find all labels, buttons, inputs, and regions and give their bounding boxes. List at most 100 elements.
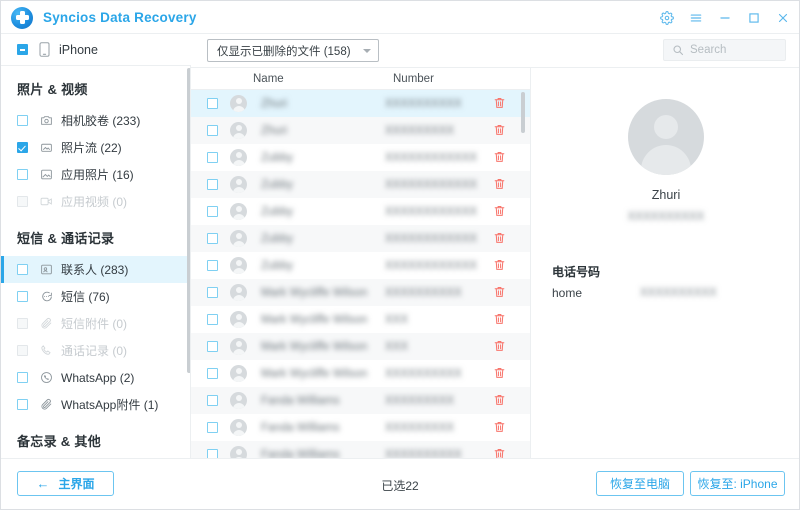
table-row[interactable]: Fanda Williams XXXXXXXXX — [191, 387, 530, 414]
trash-icon[interactable] — [493, 231, 506, 245]
filter-dropdown[interactable]: 仅显示已删除的文件 (158) — [207, 39, 379, 62]
sidebar-item-camera-roll[interactable]: 相机胶卷 (233) — [1, 107, 190, 134]
table-row[interactable]: Mark Wycliffe Wilson XXX — [191, 306, 530, 333]
table-row[interactable]: Fanda Williams XXXXXXXXXX — [191, 441, 530, 459]
table-row[interactable]: Mark Wycliffe Wilson XXXXXXXXXX — [191, 360, 530, 387]
table-row[interactable]: Zhuri XXXXXXXXX — [191, 117, 530, 144]
row-checkbox[interactable] — [207, 152, 218, 163]
table-row[interactable]: Fanda Williams XXXXXXXXX — [191, 414, 530, 441]
table-row[interactable]: Zubby XXXXXXXXXXXX — [191, 144, 530, 171]
trash-icon[interactable] — [493, 366, 506, 380]
sidebar-group-messages: 短信 & 通话记录 联系人 (283) 短信 (76) 短信附件 (0) 通话记… — [1, 215, 190, 418]
footer-bar: ← 主界面 已选22 恢复至电脑 恢复至: iPhone — [1, 458, 799, 509]
sidebar-item-checkbox[interactable] — [17, 264, 28, 275]
sidebar-item-checkbox[interactable] — [17, 291, 28, 302]
row-name: Mark Wycliffe Wilson — [261, 367, 368, 380]
device-checkbox[interactable] — [17, 44, 28, 55]
video-icon — [39, 195, 53, 209]
trash-icon[interactable] — [493, 258, 506, 272]
sidebar-item-photo-stream[interactable]: 照片流 (22) — [1, 134, 190, 161]
sidebar-item-app-videos[interactable]: 应用视频 (0) — [1, 188, 190, 215]
minimize-icon[interactable] — [715, 8, 735, 28]
table-scrollbar-thumb[interactable] — [521, 92, 525, 133]
row-checkbox[interactable] — [207, 395, 218, 406]
chevron-down-icon — [362, 48, 371, 53]
sidebar-item-call-history[interactable]: 通话记录 (0) — [1, 337, 190, 364]
row-checkbox[interactable] — [207, 125, 218, 136]
row-checkbox[interactable] — [207, 98, 218, 109]
sidebar-item-checkbox[interactable] — [17, 115, 28, 126]
sidebar-item-checkbox[interactable] — [17, 318, 28, 329]
trash-icon[interactable] — [493, 123, 506, 137]
row-name: Mark Wycliffe Wilson — [261, 340, 368, 353]
message-icon — [39, 290, 53, 304]
row-checkbox[interactable] — [207, 260, 218, 271]
table-row[interactable]: Zhuri XXXXXXXXXX — [191, 90, 530, 117]
toolbar: 仅显示已删除的文件 (158) Search — [191, 34, 799, 68]
close-icon[interactable] — [773, 8, 793, 28]
contacts-table: Name Number Zhuri XXXXXXXXXX Zhuri XXXXXXXX… — [191, 68, 531, 459]
row-checkbox[interactable] — [207, 206, 218, 217]
trash-icon[interactable] — [493, 204, 506, 218]
sidebar-item-checkbox[interactable] — [17, 169, 28, 180]
sidebar-group-title: 短信 & 通话记录 — [17, 231, 115, 246]
sidebar-item-checkbox[interactable] — [17, 399, 28, 410]
row-number: XXXXXXXXXXXX — [385, 178, 478, 191]
row-number: XXXXXXXXX — [385, 124, 455, 137]
detail-phone-value: XXXXXXXXXX — [640, 287, 717, 299]
recover-to-device-button[interactable]: 恢复至: iPhone — [690, 471, 785, 496]
contact-avatar-icon — [230, 149, 247, 166]
table-row[interactable]: Mark Wycliffe Wilson XXXXXXXXXX — [191, 279, 530, 306]
trash-icon[interactable] — [493, 420, 506, 434]
row-name: Zubby — [261, 232, 293, 245]
table-row[interactable]: Mark Wycliffe Wilson XXX — [191, 333, 530, 360]
gear-icon[interactable] — [657, 8, 677, 28]
trash-icon[interactable] — [493, 150, 506, 164]
trash-icon[interactable] — [493, 312, 506, 326]
sidebar-item-whatsapp-attachments[interactable]: WhatsApp附件 (1) — [1, 391, 190, 418]
sidebar-item-sms-attachments[interactable]: 短信附件 (0) — [1, 310, 190, 337]
sidebar-item-label: WhatsApp附件 (1) — [61, 398, 159, 412]
table-row[interactable]: Zubby XXXXXXXXXXXX — [191, 198, 530, 225]
sidebar-item-contacts[interactable]: 联系人 (283) — [1, 256, 190, 283]
contact-detail-panel: Zhuri XXXXXXXXXX 电话号码 home XXXXXXXXXX — [532, 68, 799, 459]
sidebar-item-whatsapp[interactable]: WhatsApp (2) — [1, 364, 190, 391]
row-name: Fanda Williams — [261, 421, 340, 434]
sidebar-item-app-photos[interactable]: 应用照片 (16) — [1, 161, 190, 188]
row-checkbox[interactable] — [207, 314, 218, 325]
maximize-icon[interactable] — [744, 8, 764, 28]
trash-icon[interactable] — [493, 96, 506, 110]
recover-to-pc-button[interactable]: 恢复至电脑 — [596, 471, 684, 496]
table-row[interactable]: Zubby XXXXXXXXXXXX — [191, 225, 530, 252]
contact-avatar-icon — [230, 257, 247, 274]
hamburger-menu-icon[interactable] — [686, 8, 706, 28]
sidebar-item-sms[interactable]: 短信 (76) — [1, 283, 190, 310]
search-input[interactable]: Search — [690, 44, 726, 56]
row-checkbox[interactable] — [207, 341, 218, 352]
row-checkbox[interactable] — [207, 233, 218, 244]
phone-icon — [39, 42, 50, 57]
detail-contact-number: XXXXXXXXXX — [627, 211, 705, 223]
row-name: Fanda Williams — [261, 394, 340, 407]
table-row[interactable]: Zubby XXXXXXXXXXXX — [191, 171, 530, 198]
sidebar-item-checkbox[interactable] — [17, 142, 28, 153]
sidebar-item-checkbox[interactable] — [17, 196, 28, 207]
trash-icon[interactable] — [493, 339, 506, 353]
sidebar-group-title: 照片 & 视频 — [17, 82, 88, 97]
row-checkbox[interactable] — [207, 422, 218, 433]
trash-icon[interactable] — [493, 177, 506, 191]
sidebar-item-checkbox[interactable] — [17, 372, 28, 383]
whatsapp-icon — [39, 371, 53, 385]
search-box[interactable]: Search — [663, 39, 786, 61]
sidebar-item-checkbox[interactable] — [17, 345, 28, 356]
trash-icon[interactable] — [493, 393, 506, 407]
contact-avatar-icon — [230, 230, 247, 247]
row-checkbox[interactable] — [207, 179, 218, 190]
row-checkbox[interactable] — [207, 368, 218, 379]
detail-phone-label: home — [552, 286, 583, 300]
table-row[interactable]: Zubby XXXXXXXXXXXX — [191, 252, 530, 279]
device-row-iphone[interactable]: iPhone — [1, 34, 191, 66]
photo-stream-icon — [39, 141, 53, 155]
trash-icon[interactable] — [493, 285, 506, 299]
row-checkbox[interactable] — [207, 287, 218, 298]
